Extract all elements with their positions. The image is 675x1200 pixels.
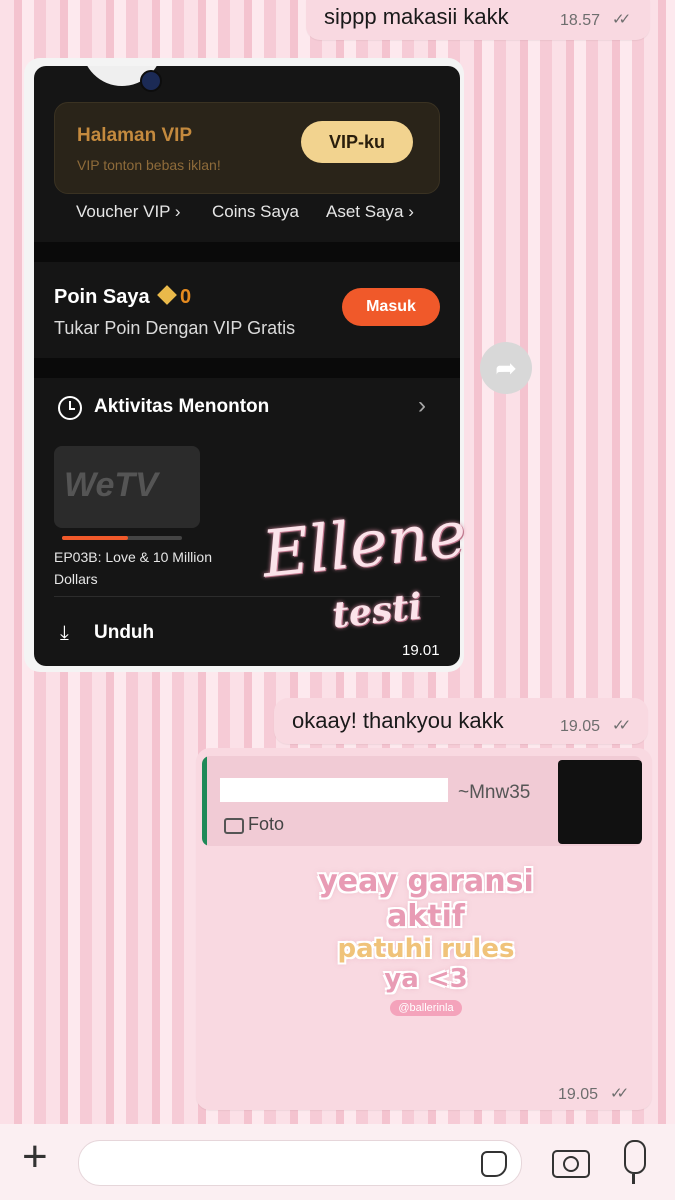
divider (34, 358, 460, 378)
link-voucher-vip: Voucher VIP › (76, 202, 181, 221)
watch-progress-fill (62, 536, 128, 540)
message-text: sippp makasii kakk (324, 4, 509, 29)
watch-progress (62, 536, 182, 540)
vip-panel: Halaman VIP VIP tonton bebas iklan! VIP-… (54, 102, 440, 194)
masuk-button: Masuk (342, 288, 440, 326)
camera-icon[interactable] (552, 1150, 590, 1178)
video-thumbnail: WeTV (54, 446, 200, 528)
link-aset: Aset Saya › (326, 202, 414, 221)
mail-icon (140, 70, 162, 92)
episode-title: EP03B: Love & 10 Million Dollars (54, 549, 212, 587)
message-bubble[interactable]: sippp makasii kakk 18.57 ✓✓ (306, 0, 650, 40)
poin-title: Poin Saya (54, 286, 150, 308)
read-receipt-icon: ✓✓ (610, 1085, 629, 1102)
sticker-icon[interactable] (481, 1151, 507, 1177)
microphone-icon[interactable] (624, 1140, 646, 1174)
quoted-type: Foto (248, 814, 285, 834)
vip-title: Halaman VIP (77, 125, 193, 146)
message-time: 18.57 (560, 12, 601, 29)
plus-icon[interactable]: + (22, 1132, 48, 1182)
redacted-phone (220, 778, 448, 802)
read-receipt-icon: ✓✓ (612, 717, 631, 734)
sticker-line: aktif (387, 899, 465, 934)
forward-icon[interactable]: ➦ (480, 342, 532, 394)
message-time: 19.01 (402, 642, 440, 659)
quoted-sender: ~Mnw35 (458, 782, 531, 803)
message-text: okaay! thankyou kakk (292, 708, 504, 733)
quoted-message[interactable]: ~Mnw35 Foto (202, 756, 642, 846)
diamond-icon (157, 285, 177, 305)
microphone-stand (632, 1174, 635, 1184)
message-bubble[interactable]: okaay! thankyou kakk 19.05 ✓✓ (274, 698, 648, 744)
chevron-right-icon: › (418, 392, 426, 419)
message-time: 19.05 (558, 1086, 599, 1103)
message-input[interactable] (78, 1140, 522, 1186)
clock-icon (58, 396, 82, 420)
image-message[interactable]: Halaman VIP VIP tonton bebas iklan! VIP-… (24, 58, 464, 672)
quote-accent-bar (202, 756, 207, 846)
composer-bar: + (0, 1124, 675, 1200)
sticker-handle: @ballerinla (390, 1000, 462, 1016)
quoted-thumbnail (558, 760, 642, 844)
wetv-logo: WeTV (64, 466, 158, 504)
camera-icon (224, 818, 244, 834)
activity-title: Aktivitas Menonton (94, 396, 270, 417)
vip-button: VIP-ku (301, 121, 413, 163)
download-title: Unduh (94, 622, 155, 643)
read-receipt-icon: ✓✓ (612, 11, 631, 28)
download-icon: ⤓ (60, 622, 69, 644)
link-coins: Coins Saya (212, 202, 299, 221)
vip-subtitle: VIP tonton bebas iklan! (77, 157, 221, 173)
poin-value: 0 (180, 286, 192, 308)
sticker: yeay garansi aktif patuhi rules ya <3 @b… (296, 864, 556, 1074)
message-time: 19.05 (560, 718, 601, 735)
poin-subtitle: Tukar Poin Dengan VIP Gratis (54, 318, 296, 338)
reply-message[interactable]: ~Mnw35 Foto yeay garansi aktif patuhi ru… (196, 748, 652, 1110)
sticker-line: patuhi rules (337, 934, 515, 964)
sticker-line: ya <3 (384, 964, 468, 994)
sticker-line: yeay garansi (318, 864, 534, 899)
divider (34, 242, 460, 262)
